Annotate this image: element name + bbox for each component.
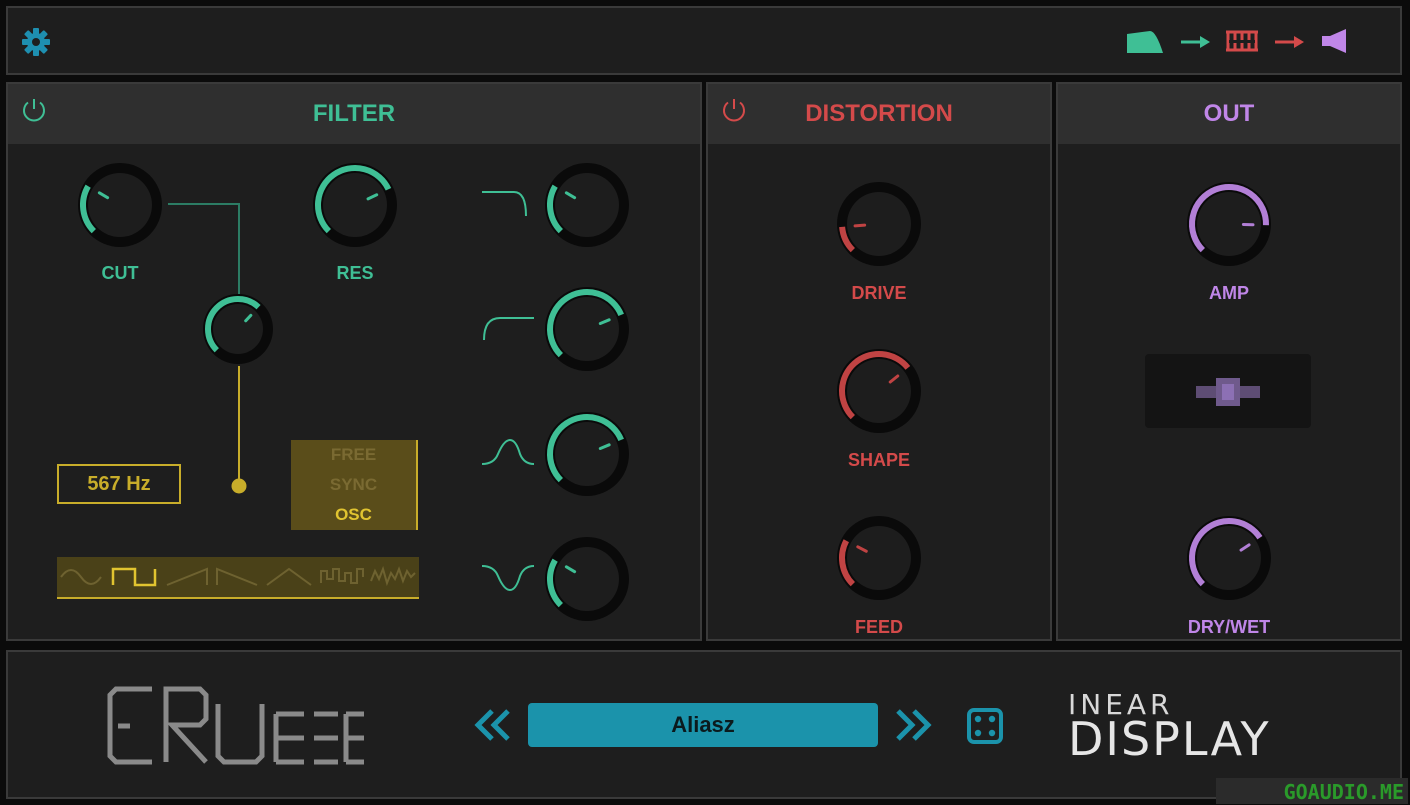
waveform-noise-icon[interactable] [370,565,416,587]
feed-label: FEED [854,617,903,637]
out-panel: OUT AMP DRY/WET [1056,82,1402,641]
feed-knob[interactable] [836,515,922,601]
mode-option-sync[interactable]: SYNC [291,470,416,500]
drive-knob[interactable] [836,181,922,267]
dry-wet-knob[interactable] [1186,515,1272,601]
speaker-icon [1322,29,1346,53]
distortion-comb-icon [1226,30,1258,52]
shape-knob[interactable] [836,348,922,434]
footer-bar: Aliasz INEAR DISPLAY [6,650,1402,799]
highpass-knob[interactable] [544,286,630,372]
preset-name-display[interactable]: Aliasz [528,703,878,747]
distortion-title: DISTORTION [805,100,953,127]
mode-option-osc[interactable]: OSC [291,500,416,530]
lowpass-knob[interactable] [544,162,630,248]
waveform-saw-down-icon[interactable] [216,567,258,586]
res-label: RES [336,263,374,283]
waveform-square-icon[interactable] [111,567,157,587]
brand-logo: INEAR DISPLAY [1068,686,1298,766]
shape-label: SHAPE [847,450,910,470]
product-logo [107,686,364,765]
output-meter [1145,354,1311,428]
bandpass-icon[interactable] [480,436,536,470]
res-knob[interactable] [312,162,398,248]
arrow-right-icon [1275,36,1304,48]
routing-display [1124,26,1354,58]
amp-knob[interactable] [1186,181,1272,267]
top-bar [6,6,1402,75]
mod-amount-knob[interactable] [202,293,274,365]
arrow-right-icon [1181,36,1210,48]
frequency-display[interactable]: 567 Hz [57,464,181,504]
dry-wet-label: DRY/WET [1187,617,1271,637]
amp-label: AMP [1209,283,1249,303]
distortion-panel: DISTORTION DRIVE SHAPE FEED [706,82,1052,641]
filter-panel: FILTER CUT RES 567 Hz FREE SYNC OSC [6,82,702,641]
watermark: GOAUDIO.ME [1216,778,1408,804]
waveform-selector[interactable] [57,557,419,599]
gear-icon[interactable] [20,26,52,58]
double-chevron-right-icon[interactable] [892,707,932,743]
mode-selector[interactable]: FREE SYNC OSC [291,440,418,530]
waveform-saw-up-icon[interactable] [166,567,208,586]
notch-icon[interactable] [480,560,536,594]
bandpass-knob[interactable] [544,411,630,497]
waveform-sine-icon[interactable] [60,569,102,585]
mode-option-free[interactable]: FREE [291,440,416,470]
lowpass-icon[interactable] [480,186,536,220]
drive-label: DRIVE [851,283,907,303]
highpass-icon[interactable] [480,310,536,344]
dice-icon[interactable] [966,707,1004,745]
cut-knob[interactable] [77,162,163,248]
waveform-triangle-icon[interactable] [266,567,312,586]
out-title: OUT [1203,100,1255,127]
filter-shape-icon [1127,31,1163,53]
notch-knob[interactable] [544,536,630,622]
waveform-random-steps-icon[interactable] [320,568,364,584]
brand-bottom-text: DISPLAY [1068,712,1271,766]
cut-label: CUT [101,263,139,283]
double-chevron-left-icon[interactable] [474,707,514,743]
